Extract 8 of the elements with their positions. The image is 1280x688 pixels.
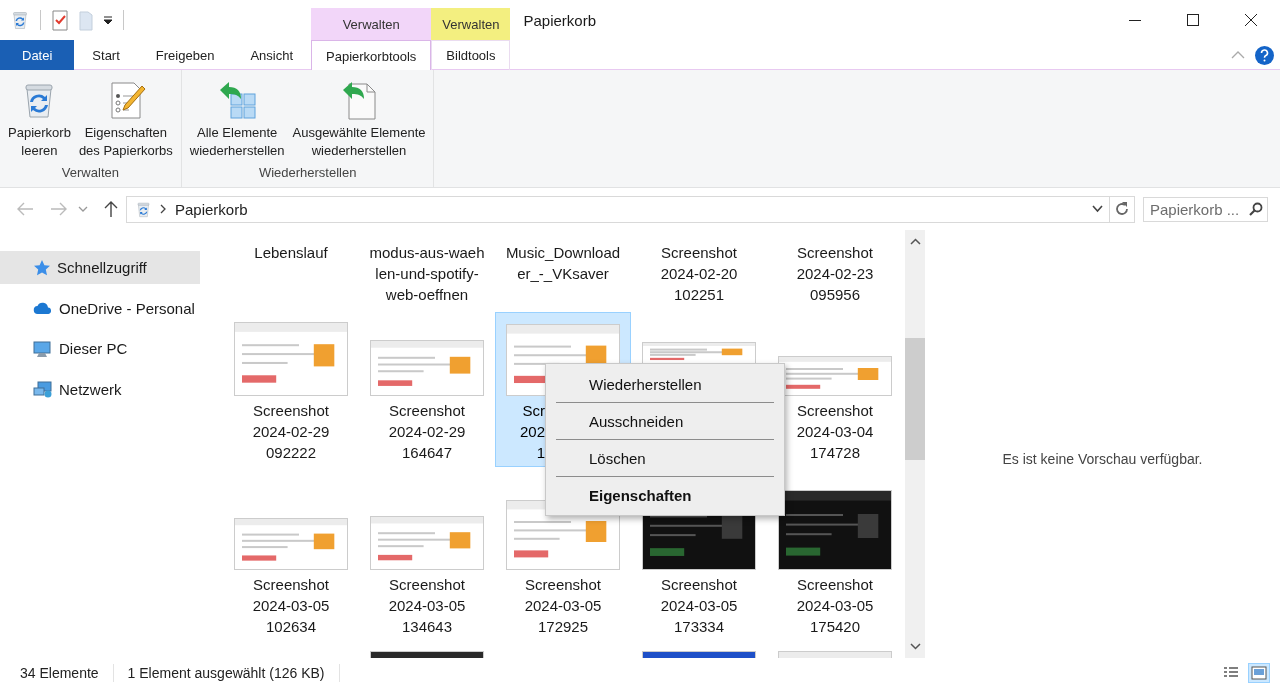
context-tab-header: Verwalten: [311, 8, 432, 40]
context-tab-header: Verwalten: [431, 8, 511, 40]
group-label: Wiederherstellen: [257, 164, 358, 182]
selection-info: 1 Element ausgewählt (126 KB): [127, 665, 325, 681]
group-label: Verwalten: [60, 164, 120, 182]
preview-message: Es ist keine Vorschau verfügbar.: [1002, 451, 1203, 467]
item-count: 34 Elemente: [20, 665, 99, 681]
window-title: Papierkorb: [522, 11, 597, 29]
